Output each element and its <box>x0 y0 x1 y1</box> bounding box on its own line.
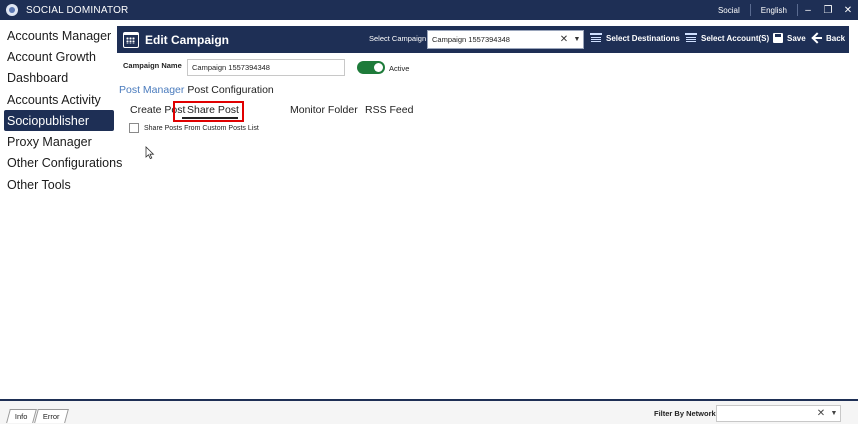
tab-monitor-folder[interactable]: Monitor Folder <box>290 104 358 116</box>
selected-tab-indicator <box>182 117 238 119</box>
breadcrumb: Post Manager Post Configuration <box>119 84 274 96</box>
campaign-name-label: Campaign Name <box>123 61 182 70</box>
select-destinations-label: Select Destinations <box>606 33 680 43</box>
minimize-icon[interactable]: – <box>798 5 818 16</box>
active-toggle[interactable] <box>357 61 385 74</box>
app-title: SOCIAL DOMINATOR <box>26 4 129 16</box>
custom-posts-option[interactable]: Share Posts From Custom Posts List <box>129 123 259 133</box>
sidebar: Accounts Manager Account Growth Dashboar… <box>0 20 122 400</box>
title-bar-controls: Social English – ❐ ✕ <box>708 0 858 20</box>
page-title: Edit Campaign <box>145 32 230 47</box>
edit-campaign-header: Edit Campaign Select Campaign Campaign 1… <box>117 26 849 53</box>
sidebar-item-accounts-activity[interactable]: Accounts Activity <box>0 89 116 110</box>
campaign-select[interactable]: Campaign 1557394348 ✕ ▼ <box>427 30 584 49</box>
clear-icon[interactable]: ✕ <box>814 408 828 419</box>
select-campaign-label: Select Campaign <box>369 34 427 43</box>
back-label: Back <box>826 33 846 43</box>
save-icon <box>773 33 783 43</box>
mouse-cursor-icon <box>145 146 155 160</box>
custom-posts-label: Share Posts From Custom Posts List <box>144 124 259 132</box>
campaign-select-value: Campaign 1557394348 <box>432 35 510 44</box>
select-accounts-button[interactable]: Select Account(S) <box>685 33 769 43</box>
sidebar-item-proxy-manager[interactable]: Proxy Manager <box>0 131 116 152</box>
tab-error[interactable]: Error <box>34 409 69 423</box>
filter-by-network-label: Filter By Network <box>654 409 716 418</box>
app-window: SOCIAL DOMINATOR Social English – ❐ ✕ Ac… <box>0 0 858 424</box>
chevron-down-icon[interactable]: ▼ <box>571 36 583 43</box>
sidebar-item-sociopublisher[interactable]: Sociopublisher <box>4 110 114 132</box>
tab-rss-feed[interactable]: RSS Feed <box>365 104 413 116</box>
restore-icon[interactable]: ❐ <box>818 5 838 16</box>
tab-info-label: Info <box>14 412 28 421</box>
back-button[interactable]: Back <box>812 33 845 43</box>
sidebar-item-other-tools[interactable]: Other Tools <box>0 174 116 195</box>
save-button[interactable]: Save <box>773 33 806 43</box>
select-destinations-button[interactable]: Select Destinations <box>590 33 680 43</box>
save-label: Save <box>787 33 806 43</box>
calendar-icon <box>123 31 139 48</box>
close-icon[interactable]: ✕ <box>838 5 858 16</box>
list-icon <box>685 33 697 43</box>
sidebar-item-dashboard[interactable]: Dashboard <box>0 68 116 89</box>
log-panel-bar: Info Error Filter By Network ✕ ▼ <box>0 401 858 424</box>
tab-error-label: Error <box>42 412 60 421</box>
tab-info[interactable]: Info <box>6 409 37 423</box>
arrow-left-icon <box>812 33 822 43</box>
select-accounts-label: Select Account(S) <box>701 33 770 43</box>
sidebar-item-accounts-manager[interactable]: Accounts Manager <box>0 25 116 46</box>
breadcrumb-post-configuration: Post Configuration <box>187 84 274 96</box>
tab-share-post[interactable]: Share Post <box>187 104 241 116</box>
language-selector[interactable]: English <box>751 6 797 15</box>
active-label: Active <box>389 64 410 73</box>
clear-icon[interactable]: ✕ <box>557 34 571 45</box>
network-filter-select[interactable]: ✕ ▼ <box>716 405 841 422</box>
title-bar: SOCIAL DOMINATOR Social English – ❐ ✕ <box>0 0 858 20</box>
breadcrumb-post-manager[interactable]: Post Manager <box>119 84 184 96</box>
network-selector[interactable]: Social <box>708 6 750 15</box>
chevron-down-icon[interactable]: ▼ <box>828 410 840 417</box>
toggle-knob <box>374 63 383 72</box>
app-logo-icon <box>6 4 18 16</box>
list-icon <box>590 33 602 43</box>
campaign-name-input[interactable] <box>187 59 345 76</box>
sidebar-item-account-growth[interactable]: Account Growth <box>0 46 116 67</box>
custom-posts-checkbox[interactable] <box>129 123 139 133</box>
sidebar-item-other-configurations[interactable]: Other Configurations <box>0 153 122 174</box>
